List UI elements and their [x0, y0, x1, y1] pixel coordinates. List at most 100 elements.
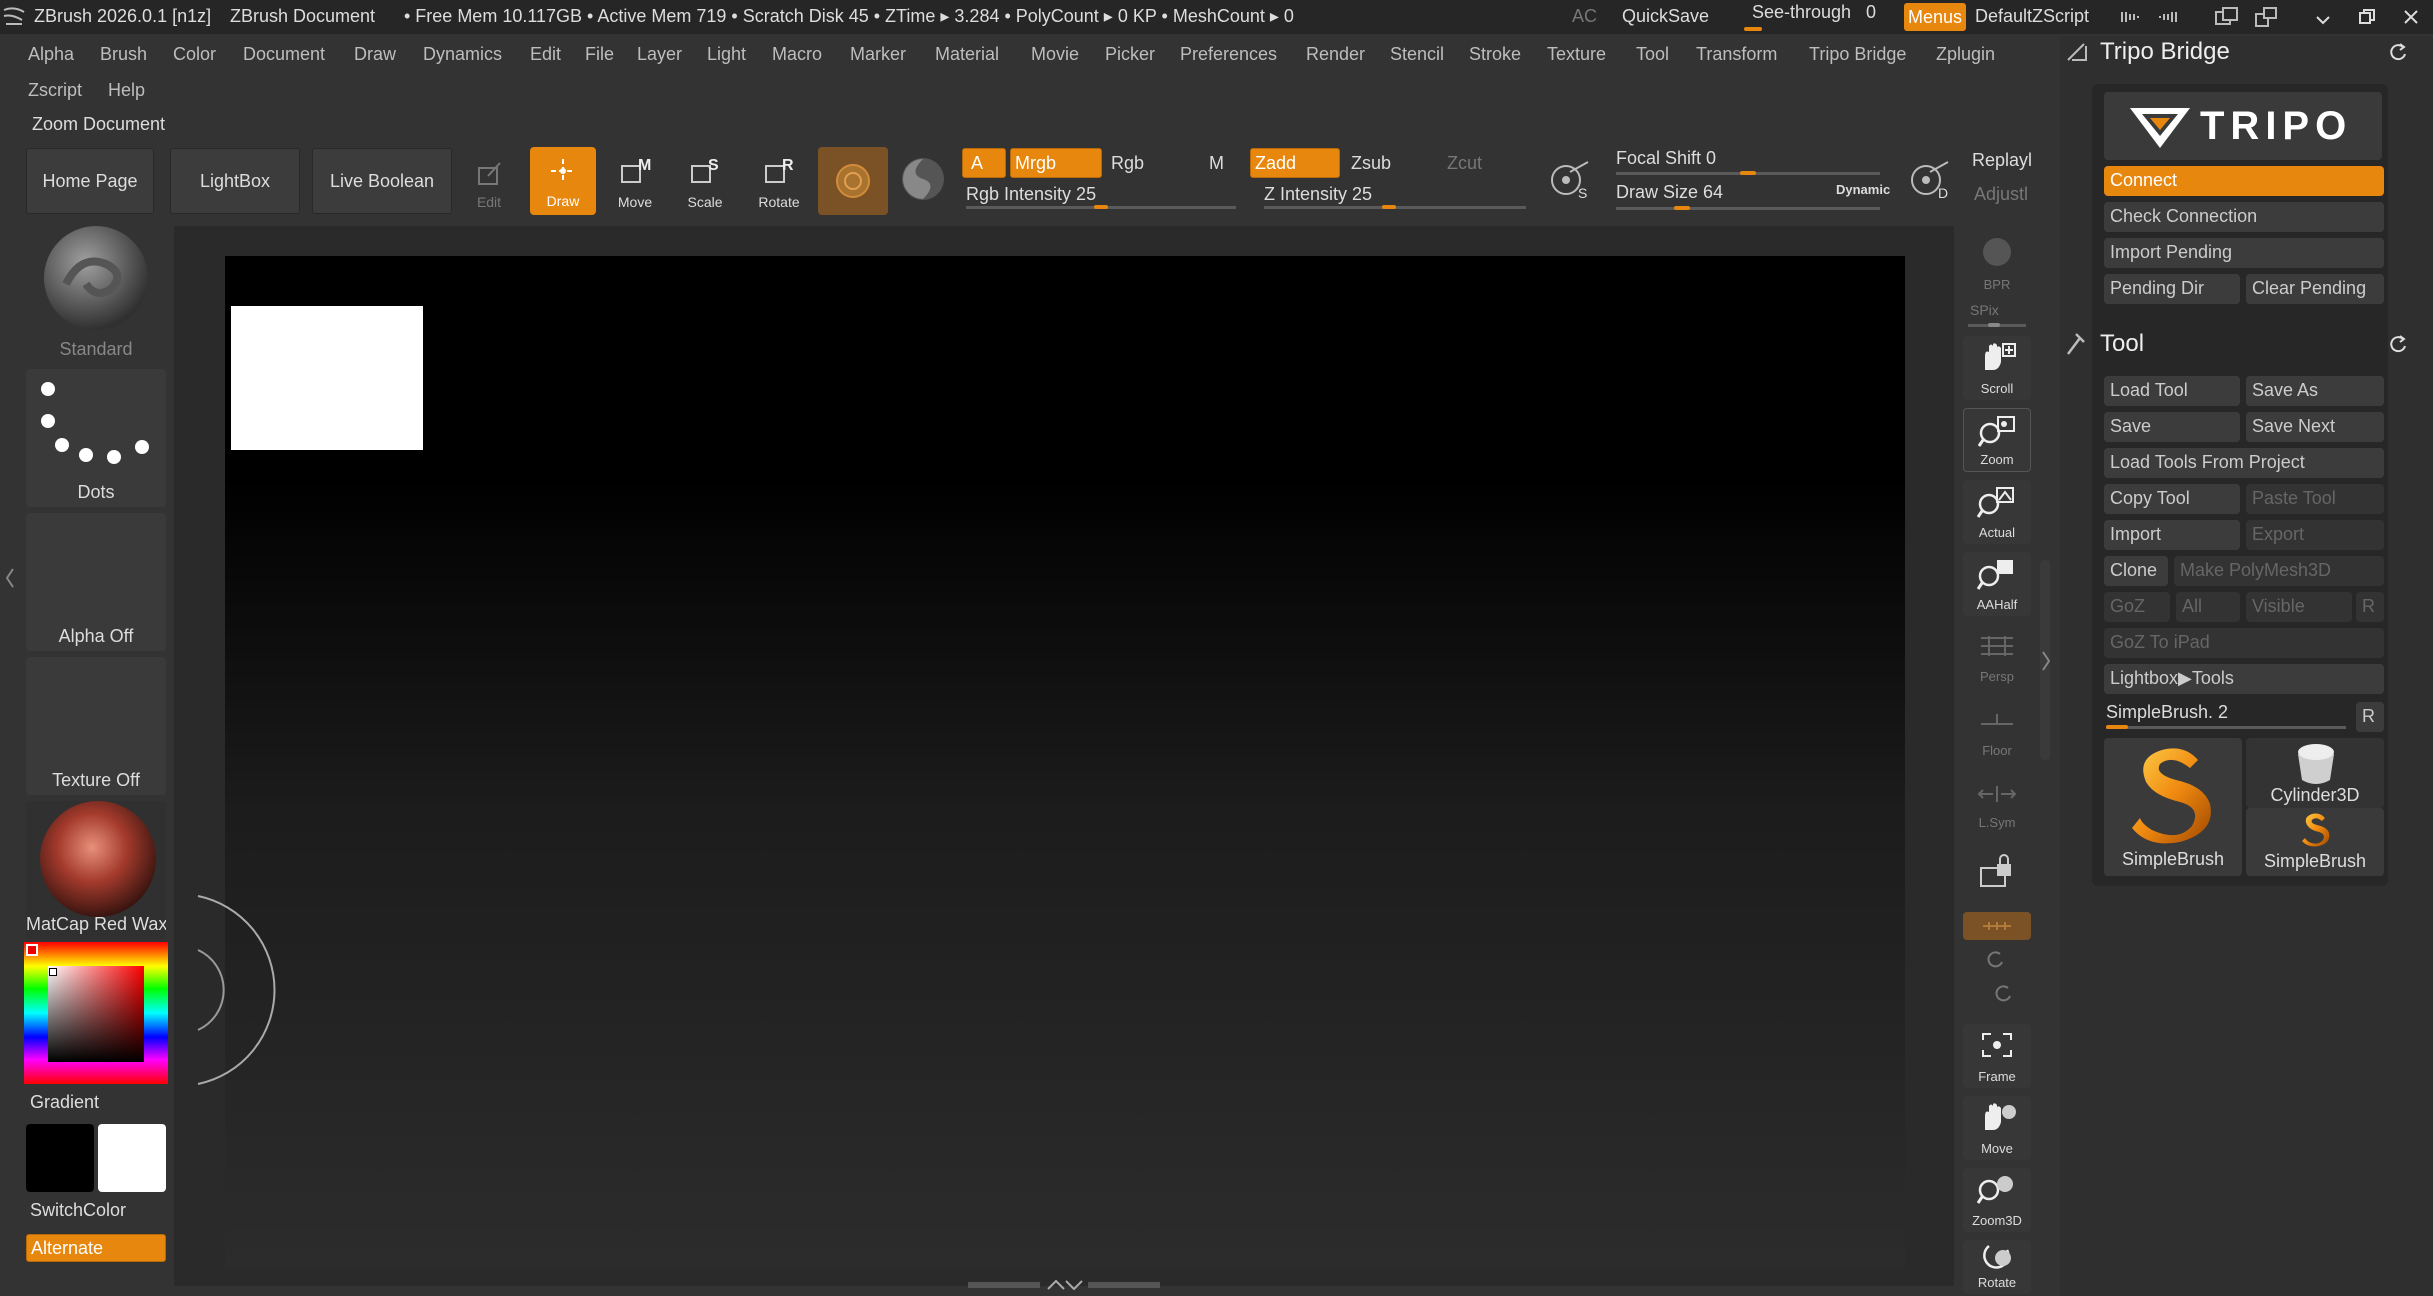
alternate-button[interactable]: Alternate — [26, 1234, 166, 1262]
rotate-small-alt-icon[interactable] — [1994, 984, 2014, 1004]
aahalf-button[interactable]: AAHalf — [1963, 552, 2031, 616]
make-polymesh3d-button[interactable]: Make PolyMesh3D — [2174, 556, 2384, 586]
close-icon[interactable] — [2402, 8, 2420, 26]
import-pending-button[interactable]: Import Pending — [2104, 238, 2384, 268]
tool-thumb-cylinder3d[interactable]: Cylinder3D — [2246, 738, 2384, 808]
goz-to-ipad-button[interactable]: GoZ To iPad — [2104, 628, 2384, 658]
document-canvas[interactable] — [225, 256, 1905, 1268]
menu-stencil[interactable]: Stencil — [1390, 44, 1444, 65]
zadd-button[interactable]: Zadd — [1250, 148, 1340, 178]
right-tray-collapse-handle[interactable] — [2042, 650, 2050, 672]
floor-button[interactable]: Floor — [1963, 698, 2031, 762]
menu-tool[interactable]: Tool — [1636, 44, 1669, 65]
layout-icon[interactable] — [2214, 6, 2240, 28]
dynamic-brush-button[interactable]: D — [1906, 154, 1956, 204]
menu-marker[interactable]: Marker — [850, 44, 906, 65]
goz-all-button[interactable]: All — [2176, 592, 2240, 622]
live-boolean-button[interactable]: Live Boolean — [312, 148, 452, 214]
menu-zplugin[interactable]: Zplugin — [1936, 44, 1995, 65]
zscript-name[interactable]: DefaultZScript — [1975, 6, 2089, 27]
menu-picker[interactable]: Picker — [1105, 44, 1155, 65]
replay-last-button[interactable]: Replayl — [1972, 150, 2032, 171]
menu-dynamics[interactable]: Dynamics — [423, 44, 502, 65]
check-connection-button[interactable]: Check Connection — [2104, 202, 2384, 232]
rgb-intensity-slider[interactable]: Rgb Intensity 25 — [962, 182, 1242, 212]
menu-render[interactable]: Render — [1306, 44, 1365, 65]
lightbox-tools-button[interactable]: Lightbox▶Tools — [2104, 664, 2384, 694]
alpha-selector[interactable]: Alpha Off — [26, 513, 166, 651]
tool-reset-icon[interactable] — [2388, 334, 2408, 354]
menu-help[interactable]: Help — [108, 80, 145, 101]
adjust-last-button[interactable]: Adjustl — [1974, 184, 2028, 205]
export-button[interactable]: Export — [2246, 520, 2384, 550]
layout-alt-icon[interactable] — [2254, 6, 2280, 28]
focal-shift-slider[interactable]: Focal Shift 0 — [1612, 146, 1892, 180]
spix-slider[interactable]: SPix — [1964, 300, 2030, 330]
menu-draw[interactable]: Draw — [354, 44, 396, 65]
persp-button[interactable]: Persp — [1963, 624, 2031, 688]
draw-button[interactable]: Draw — [530, 147, 596, 215]
menu-edit[interactable]: Edit — [530, 44, 561, 65]
move-button[interactable]: M Move — [602, 148, 668, 216]
menu-document[interactable]: Document — [243, 44, 325, 65]
goz-r-button[interactable]: R — [2356, 592, 2384, 622]
menu-texture[interactable]: Texture — [1547, 44, 1606, 65]
bottom-shelf-handle[interactable] — [968, 1280, 1162, 1290]
menu-movie[interactable]: Movie — [1031, 44, 1079, 65]
main-color-swatch[interactable] — [26, 1124, 94, 1192]
lock-camera-button[interactable] — [1963, 846, 2031, 910]
draw-size-slider[interactable]: Draw Size 64 Dynamic — [1612, 180, 1892, 214]
pending-dir-button[interactable]: Pending Dir — [2104, 274, 2240, 304]
brush-selector[interactable]: Standard — [26, 222, 166, 364]
menu-stroke[interactable]: Stroke — [1469, 44, 1521, 65]
see-through-slider[interactable]: See-through 0 — [1738, 0, 1878, 34]
save-button[interactable]: Save — [2104, 412, 2240, 442]
goz-button[interactable]: GoZ — [2104, 592, 2170, 622]
dynamic-toggle[interactable]: Dynamic — [1836, 182, 1890, 197]
goz-visible-button[interactable]: Visible — [2246, 592, 2352, 622]
lazy-mouse-button[interactable]: S — [1546, 154, 1596, 204]
connect-button[interactable]: Connect — [2104, 166, 2384, 196]
import-button[interactable]: Import — [2104, 520, 2240, 550]
frame-button[interactable]: Frame — [1963, 1024, 2031, 1088]
color-picker[interactable] — [24, 942, 168, 1084]
copy-tool-button[interactable]: Copy Tool — [2104, 484, 2240, 514]
menu-color[interactable]: Color — [173, 44, 216, 65]
menu-file[interactable]: File — [585, 44, 614, 65]
secondary-color-swatch[interactable] — [98, 1124, 166, 1192]
rotate-view-button[interactable]: Rotate — [1963, 1240, 2031, 1294]
left-shelf-collapse-handle[interactable] — [6, 567, 14, 589]
scale-button[interactable]: S Scale — [672, 148, 738, 216]
simplebrush-r-button[interactable]: R — [2356, 702, 2384, 732]
zcut-button[interactable]: Zcut — [1438, 148, 1528, 178]
bpr-button[interactable]: BPR — [1963, 232, 2031, 296]
lightbox-button[interactable]: LightBox — [170, 148, 300, 214]
menu-tripo-bridge[interactable]: Tripo Bridge — [1809, 44, 1906, 65]
tool-thumb-simplebrush-large[interactable]: SimpleBrush — [2104, 738, 2242, 876]
texture-selector[interactable]: Texture Off — [26, 657, 166, 795]
zoom-button[interactable]: Zoom — [1963, 408, 2031, 472]
menu-light[interactable]: Light — [707, 44, 746, 65]
actual-button[interactable]: Actual — [1963, 480, 2031, 544]
menu-brush[interactable]: Brush — [100, 44, 147, 65]
expand-ui-icon[interactable] — [2158, 10, 2186, 24]
scroll-button[interactable]: Scroll — [1963, 336, 2031, 400]
switch-color-button[interactable]: SwitchColor — [30, 1200, 126, 1221]
tool-thumb-simplebrush-small[interactable]: SimpleBrush — [2246, 808, 2384, 876]
material-mode-button[interactable] — [818, 147, 888, 215]
quicksave-button[interactable]: QuickSave — [1622, 6, 1709, 27]
edit-button[interactable]: Edit — [456, 148, 522, 216]
save-as-button[interactable]: Save As — [2246, 376, 2384, 406]
zsub-button[interactable]: Zsub — [1344, 148, 1434, 178]
minimize-icon[interactable] — [2314, 8, 2332, 26]
home-page-button[interactable]: Home Page — [26, 148, 154, 214]
material-selector[interactable]: MatCap Red Wax — [26, 801, 166, 939]
lsym-button[interactable]: L.Sym — [1963, 770, 2031, 834]
restore-icon[interactable] — [2358, 8, 2376, 26]
color-saturation-square[interactable] — [48, 966, 144, 1062]
rgb-button[interactable]: Rgb — [1104, 148, 1196, 178]
mrgb-button[interactable]: Mrgb — [1010, 148, 1102, 178]
m-button[interactable]: M — [1200, 148, 1244, 178]
z-intensity-slider[interactable]: Z Intensity 25 — [1260, 182, 1530, 212]
sculptris-pro-button[interactable] — [896, 152, 952, 208]
